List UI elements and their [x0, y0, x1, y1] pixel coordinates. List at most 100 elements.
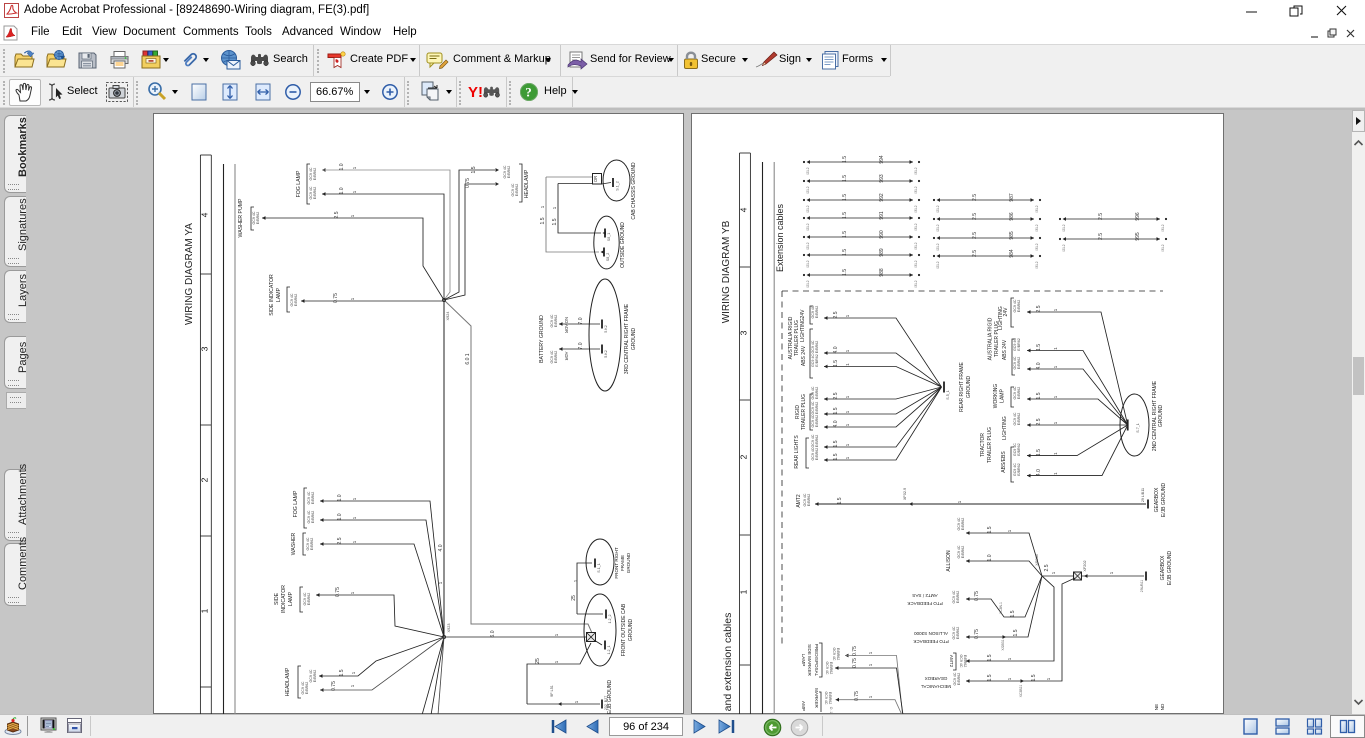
svg-text:4: 4 — [738, 207, 748, 212]
svg-text:E/BR62: E/BR62 — [836, 648, 840, 660]
svg-text:I31.2: I31.2 — [914, 280, 918, 287]
svg-text:HEADLAMP: HEADLAMP — [285, 667, 291, 696]
svg-text:E/BR62: E/BR62 — [311, 492, 315, 504]
svg-text:1: 1 — [845, 456, 850, 459]
svg-text:I21.2: I21.2 — [806, 280, 810, 287]
svg-text:1: 1 — [350, 591, 355, 594]
svg-text:LAMP: LAMP — [801, 654, 806, 667]
svg-text:1.0: 1.0 — [337, 513, 343, 520]
svg-text:E/BR62: E/BR62 — [1017, 463, 1021, 475]
svg-text:S.5_1: S.5_1 — [946, 390, 950, 399]
svg-text:I31.2: I31.2 — [1035, 243, 1039, 250]
svg-text:WASHER: WASHER — [291, 532, 297, 555]
svg-text:0.75: 0.75 — [331, 681, 337, 691]
svg-text:996: 996 — [1135, 212, 1141, 221]
svg-text:GC9 4C: GC9 4C — [832, 648, 836, 661]
svg-text:2.5: 2.5 — [1036, 305, 1042, 312]
svg-text:NO ADR: NO ADR — [564, 317, 569, 333]
svg-text:X924: X924 — [446, 312, 450, 321]
svg-text:1.5: 1.5 — [842, 156, 848, 163]
svg-text:0.75: 0.75 — [852, 658, 858, 668]
svg-text:GROUND: GROUND — [966, 376, 972, 399]
svg-text:REAR LIGHTS: REAR LIGHTS — [794, 435, 800, 469]
svg-text:I31.2: I31.2 — [914, 205, 918, 212]
svg-text:991: 991 — [879, 211, 885, 220]
svg-text:E/BR62: E/BR62 — [256, 212, 260, 224]
svg-text:E/BR62: E/BR62 — [1017, 338, 1021, 350]
svg-text:FRONT RIGHT: FRONT RIGHT — [614, 547, 619, 578]
svg-text:I21.2: I21.2 — [806, 186, 810, 193]
svg-text:I31.2: I31.2 — [914, 260, 918, 267]
svg-text:GROUND: GROUND — [628, 619, 634, 642]
svg-text:E/BR62: E/BR62 — [305, 682, 309, 694]
svg-text:1.5: 1.5 — [987, 674, 993, 681]
svg-text:I31.2: I31.2 — [1035, 205, 1039, 212]
svg-text:2.5: 2.5 — [1098, 213, 1104, 220]
svg-text:E/BR62: E/BR62 — [307, 593, 311, 605]
svg-text:9F L51: 9F L51 — [550, 685, 554, 697]
svg-text:1.5: 1.5 — [842, 231, 848, 238]
svg-text:1.5: 1.5 — [339, 669, 345, 676]
svg-text:E/BR62: E/BR62 — [815, 435, 819, 447]
svg-text:1.5: 1.5 — [842, 194, 848, 201]
svg-text:S.1_1: S.1_1 — [597, 563, 601, 572]
svg-text:0.75: 0.75 — [333, 293, 339, 303]
svg-text:2.5: 2.5 — [972, 232, 978, 239]
svg-text:1: 1 — [1051, 571, 1056, 574]
svg-text:WIRING DIAGRAM YA: WIRING DIAGRAM YA — [184, 223, 195, 325]
svg-text:1.5: 1.5 — [833, 440, 839, 447]
svg-text:ALLISON: ALLISON — [946, 550, 952, 572]
svg-text:1: 1 — [350, 297, 355, 300]
svg-text:HEADLAMP: HEADLAMP — [524, 169, 530, 198]
svg-text:993: 993 — [879, 174, 885, 183]
svg-text:E/BR62: E/BR62 — [815, 448, 819, 460]
svg-text:1: 1 — [845, 410, 850, 413]
svg-text:1: 1 — [1109, 571, 1114, 574]
svg-text:1.5: 1.5 — [540, 217, 546, 224]
svg-text:2: 2 — [738, 454, 748, 459]
svg-text:E/BR62: E/BR62 — [807, 494, 811, 506]
svg-text:1.0: 1.0 — [339, 187, 345, 194]
svg-text:E/BR62: E/BR62 — [310, 538, 314, 550]
svg-text:6.0: 6.0 — [490, 630, 496, 637]
svg-text:E/BR62: E/BR62 — [515, 184, 519, 196]
svg-text:TRAILER PLUG: TRAILER PLUG — [801, 394, 807, 430]
svg-text:INDICATOR: INDICATOR — [281, 585, 287, 613]
svg-text:2.5: 2.5 — [334, 211, 340, 218]
svg-text:E/BR62: E/BR62 — [815, 415, 819, 427]
svg-text:24V: 24V — [1003, 307, 1009, 317]
svg-text:X923: X923 — [447, 624, 451, 633]
svg-text:GEARBOX: GEARBOX — [1154, 487, 1160, 512]
svg-text:I21.2: I21.2 — [1062, 224, 1066, 231]
svg-text:E/BR62: E/BR62 — [961, 518, 965, 530]
svg-text:I21.2: I21.2 — [806, 223, 810, 230]
svg-text:1: 1 — [1053, 395, 1058, 398]
svg-text:I21.2: I21.2 — [936, 224, 940, 231]
svg-text:1.5: 1.5 — [837, 497, 843, 504]
svg-text:990: 990 — [879, 230, 885, 239]
svg-text:1: 1 — [845, 395, 850, 398]
svg-text:24V: 24V — [800, 309, 806, 319]
svg-text:1: 1 — [352, 190, 357, 193]
svg-text:SIDE MARKER: SIDE MARKER — [807, 644, 812, 676]
svg-text:4.0: 4.0 — [438, 544, 444, 551]
svg-text:7.0: 7.0 — [578, 317, 584, 324]
svg-text:E/JB GROUND: E/JB GROUND — [607, 680, 613, 715]
svg-text:GROUND: GROUND — [631, 328, 637, 351]
svg-text:E/BR62: E/BR62 — [961, 546, 965, 558]
svg-text:1.0: 1.0 — [339, 163, 345, 170]
svg-text:XC3B21: XC3B21 — [1019, 685, 1023, 698]
svg-text:AMT2: AMT2 — [949, 655, 954, 668]
svg-text:4.0: 4.0 — [1036, 362, 1042, 369]
svg-text:XC8N.1: XC8N.1 — [999, 602, 1003, 614]
svg-text:1.5: 1.5 — [1036, 344, 1042, 351]
svg-text:I21.2: I21.2 — [806, 242, 810, 249]
svg-text:Y!: Y! — [468, 84, 483, 101]
svg-text:1: 1 — [350, 684, 355, 687]
svg-text:ABS 24V: ABS 24V — [1002, 339, 1008, 360]
svg-text:XF02.9: XF02.9 — [903, 488, 907, 500]
svg-text:MECHANICAL: MECHANICAL — [920, 684, 951, 689]
svg-text:ABS/EBS: ABS/EBS — [1001, 451, 1007, 473]
svg-text:E/BR62: E/BR62 — [311, 511, 315, 523]
svg-text:LIGHTING: LIGHTING — [1002, 416, 1008, 440]
